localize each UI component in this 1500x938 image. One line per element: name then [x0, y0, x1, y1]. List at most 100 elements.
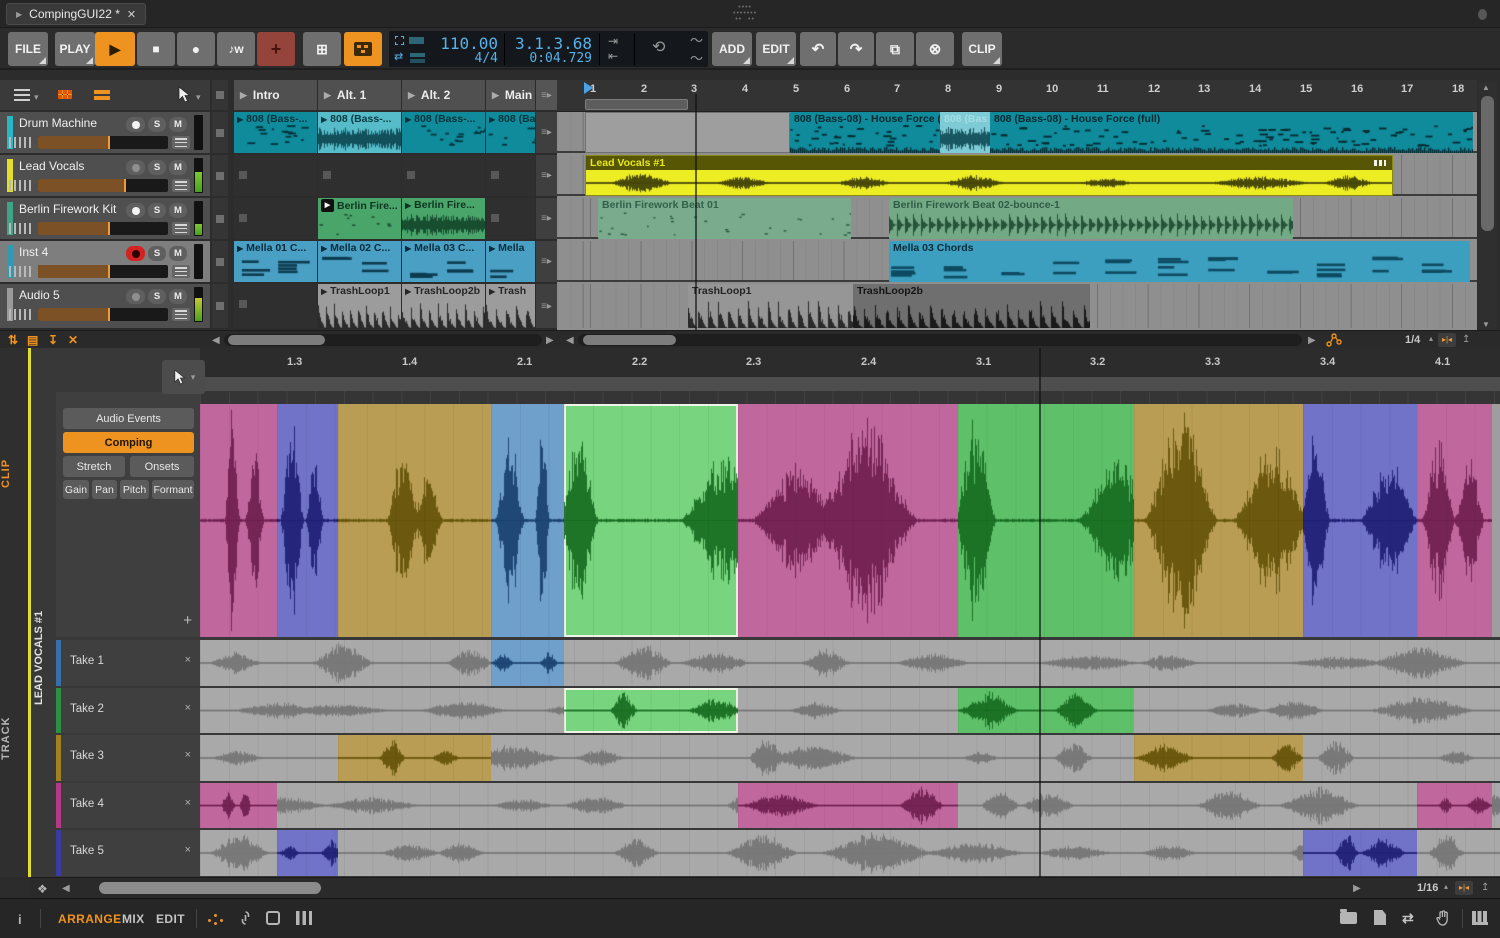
- launcher-view-icon[interactable]: [58, 90, 72, 99]
- arm-button[interactable]: [126, 203, 145, 218]
- undo-button[interactable]: ↶: [800, 32, 836, 66]
- scene-main[interactable]: ▶Main: [486, 80, 535, 110]
- take-highlight-pink[interactable]: [200, 783, 277, 829]
- stop-track-button[interactable]: [212, 241, 228, 282]
- edit-button[interactable]: EDIT: [756, 32, 796, 66]
- punch-in-icon[interactable]: ⇥: [608, 34, 618, 48]
- delete-take-icon[interactable]: ×: [185, 797, 191, 809]
- launcher-clip[interactable]: ▶Mella 02 C...: [318, 241, 401, 282]
- io-swap-icon[interactable]: ⇄: [1402, 910, 1414, 927]
- editor-hscroll-track[interactable]: [91, 881, 1356, 895]
- solo-button[interactable]: S: [148, 289, 166, 304]
- onsets-button[interactable]: Onsets: [130, 456, 194, 477]
- comp-region-pink[interactable]: [738, 404, 958, 637]
- chain-icon[interactable]: [238, 910, 253, 931]
- tab-close-icon[interactable]: ✕: [127, 8, 136, 21]
- grid-caret-icon[interactable]: ▴: [1429, 334, 1433, 343]
- volume-fader[interactable]: [38, 222, 168, 235]
- loop-region-marker[interactable]: [585, 99, 688, 110]
- swing-bar[interactable]: [410, 53, 425, 57]
- empty-clip-slot[interactable]: [234, 284, 317, 328]
- arm-button[interactable]: [126, 289, 145, 304]
- tab-clip[interactable]: CLIP: [0, 443, 28, 503]
- punch-out-icon[interactable]: ⇤: [608, 49, 618, 63]
- stop-track-button[interactable]: [212, 198, 228, 239]
- launcher-clip[interactable]: ▶808 (Bass-...: [234, 112, 317, 153]
- mini-display-button[interactable]: [344, 32, 382, 66]
- delete-take-icon[interactable]: ×: [185, 702, 191, 714]
- mute-button[interactable]: M: [169, 289, 187, 304]
- volume-fader[interactable]: [38, 265, 168, 278]
- row-menu-icon[interactable]: ≡▸: [536, 112, 557, 153]
- scene-menu-icon[interactable]: ≡▸: [536, 80, 557, 110]
- volume-fader[interactable]: [38, 179, 168, 192]
- groove-amount-bar[interactable]: [409, 37, 424, 44]
- comp-region-pink[interactable]: [200, 404, 277, 637]
- clip-trashloop2b[interactable]: TrashLoop2b: [853, 284, 1090, 328]
- delete-take-icon[interactable]: ×: [185, 654, 191, 666]
- row-menu-icon[interactable]: ≡▸: [536, 241, 557, 282]
- take-row-1[interactable]: Take 1×: [56, 640, 200, 686]
- snap-toggle-icon[interactable]: ▸|◂: [1438, 333, 1456, 347]
- launcher-clip-playing[interactable]: ▶Berlin Fire...: [318, 198, 401, 239]
- view-mix[interactable]: MIX: [122, 912, 145, 926]
- piano-keys-icon[interactable]: [1472, 911, 1488, 925]
- record-add-button[interactable]: +: [257, 32, 295, 66]
- duplicate-button[interactable]: ⧉: [876, 32, 914, 66]
- take-row-4[interactable]: Take 4×: [56, 783, 200, 829]
- view-arrange[interactable]: ARRANGE: [58, 912, 121, 926]
- play-menu-button[interactable]: PLAY: [55, 32, 95, 66]
- record-button[interactable]: ●: [177, 32, 215, 66]
- launcher-hscroll-track[interactable]: [224, 334, 542, 346]
- project-page-icon[interactable]: [1374, 910, 1386, 925]
- launcher-clip[interactable]: ▶Trash: [486, 284, 535, 328]
- editor-grid-value[interactable]: 1/16: [1417, 882, 1438, 894]
- empty-clip-slot[interactable]: [318, 155, 401, 196]
- file-button[interactable]: FILE: [8, 32, 48, 66]
- cursor-tool-icon[interactable]: [176, 86, 192, 109]
- launcher-clip[interactable]: ▶Mella 01 C...: [234, 241, 317, 282]
- stop-all-scenes-button[interactable]: [212, 80, 228, 110]
- scroll-left-icon[interactable]: ◀: [566, 335, 574, 346]
- solo-button[interactable]: S: [148, 160, 166, 175]
- tempo-swap-icon[interactable]: ⇄: [394, 50, 403, 63]
- take-row-3[interactable]: Take 3×: [56, 735, 200, 781]
- groove-icon[interactable]: [395, 36, 404, 45]
- empty-clip-slot[interactable]: [486, 155, 535, 196]
- arranger-hscroll-thumb[interactable]: [583, 335, 676, 345]
- arranger-view-icon[interactable]: [94, 90, 110, 94]
- pitch-button[interactable]: Pitch: [120, 480, 149, 499]
- mapping-dots-icon[interactable]: [208, 912, 224, 925]
- arm-button[interactable]: [126, 160, 145, 175]
- comp-region-olive[interactable]: [338, 404, 491, 637]
- row-menu-icon[interactable]: ≡▸: [536, 284, 557, 328]
- take-highlight-pink[interactable]: [738, 783, 958, 829]
- editor-cursor-tool-button[interactable]: ▾: [162, 360, 205, 394]
- solo-button[interactable]: S: [148, 117, 166, 132]
- arm-button[interactable]: [126, 117, 145, 132]
- take-highlight-olive[interactable]: [1134, 735, 1303, 781]
- scroll-down-icon[interactable]: ▼: [1482, 320, 1490, 329]
- add-lane-button[interactable]: +: [183, 612, 192, 629]
- redo-button[interactable]: ↷: [838, 32, 874, 66]
- comp-region-blue[interactable]: [491, 404, 564, 637]
- snap-toggle-icon[interactable]: ▸|◂: [1455, 881, 1473, 895]
- track-row-drum-machine[interactable]: Drum Machine S M: [0, 112, 210, 153]
- launcher-clip[interactable]: ▶Berlin Fire...: [402, 198, 485, 239]
- comp-region-indigo[interactable]: [277, 404, 338, 637]
- clip-berlin-firework-beat-01[interactable]: Berlin Firework Beat 01: [598, 198, 851, 239]
- panels-icon[interactable]: [296, 911, 312, 925]
- arm-button-armed[interactable]: [126, 246, 145, 261]
- empty-clip-slot[interactable]: [234, 198, 317, 239]
- automation-curve-icon[interactable]: 〜: [690, 30, 703, 49]
- take-highlight-green[interactable]: [958, 688, 1134, 734]
- clip-berlin-firework-beat-02[interactable]: Berlin Firework Beat 02-bounce-1: [889, 198, 1293, 239]
- track-menu-icon[interactable]: [172, 179, 190, 192]
- arranger-playhead[interactable]: [695, 94, 697, 330]
- mute-button[interactable]: M: [169, 117, 187, 132]
- track-menu-icon[interactable]: [172, 222, 190, 235]
- track-menu-icon[interactable]: [172, 265, 190, 278]
- stretch-button[interactable]: Stretch: [63, 456, 125, 477]
- clip-button[interactable]: CLIP: [962, 32, 1002, 66]
- stop-button[interactable]: ■: [137, 32, 175, 66]
